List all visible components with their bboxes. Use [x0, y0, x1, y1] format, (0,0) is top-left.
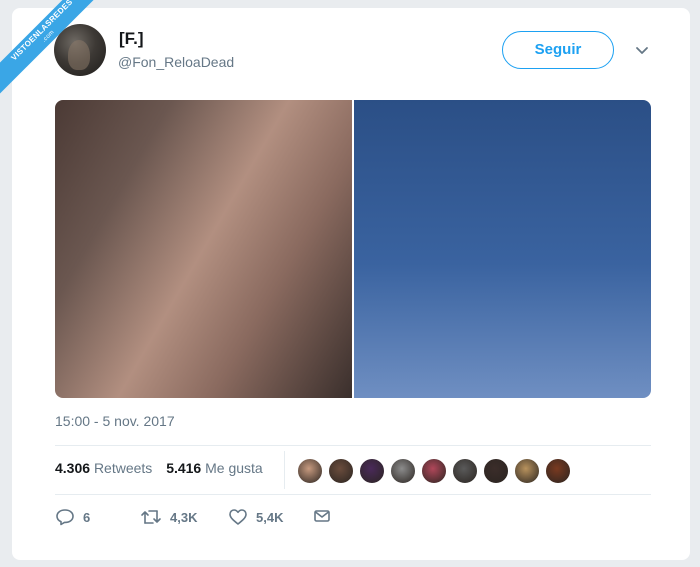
liker-avatar[interactable] [328, 458, 354, 484]
liker-avatar[interactable] [297, 458, 323, 484]
tweet-media[interactable] [55, 100, 651, 398]
chevron-down-icon[interactable] [634, 42, 650, 58]
liker-avatar[interactable] [545, 458, 571, 484]
user-handle[interactable]: @Fon_ReloaDead [118, 54, 234, 70]
like-button[interactable]: 5,4K [228, 508, 283, 526]
watermark-text: VISTOENLASREDES [9, 0, 75, 63]
likes-count: 5.416 [166, 460, 202, 476]
liker-avatar[interactable] [452, 458, 478, 484]
liker-avatar[interactable] [390, 458, 416, 484]
like-count: 5,4K [256, 509, 284, 525]
display-name[interactable]: [F.] [119, 29, 144, 49]
retweets-stat[interactable]: 4.306 Retweets [55, 460, 152, 476]
liker-avatar[interactable] [359, 458, 385, 484]
divider [55, 494, 651, 495]
tweet-actions: 6 4,3K 5,4K [55, 508, 355, 530]
photo-right[interactable] [354, 100, 651, 398]
retweets-count: 4.306 [55, 460, 91, 476]
likes-label: Me gusta [205, 460, 263, 476]
heart-icon [228, 508, 248, 526]
reply-count: 6 [83, 509, 91, 525]
retweet-count: 4,3K [170, 509, 198, 525]
tweet-stats: 4.306 Retweets 5.416 Me gusta [55, 460, 273, 476]
liker-avatar[interactable] [421, 458, 447, 484]
stats-separator [284, 451, 285, 489]
retweet-button[interactable]: 4,3K [140, 508, 197, 526]
direct-message-button[interactable] [313, 508, 331, 524]
reply-icon [55, 508, 75, 526]
reply-button[interactable]: 6 [55, 508, 90, 526]
tweet-timestamp[interactable]: 15:00 - 5 nov. 2017 [55, 413, 175, 429]
divider [55, 445, 651, 446]
mail-icon [313, 508, 331, 524]
watermark-ribbon: VISTOENLASREDES .com [0, 0, 110, 110]
retweet-icon [140, 508, 162, 526]
photo-left[interactable] [55, 100, 352, 398]
liker-avatar[interactable] [483, 458, 509, 484]
liker-avatar[interactable] [514, 458, 540, 484]
follow-button[interactable]: Seguir [502, 31, 614, 69]
likes-stat[interactable]: 5.416 Me gusta [166, 460, 263, 476]
retweets-label: Retweets [93, 460, 153, 476]
